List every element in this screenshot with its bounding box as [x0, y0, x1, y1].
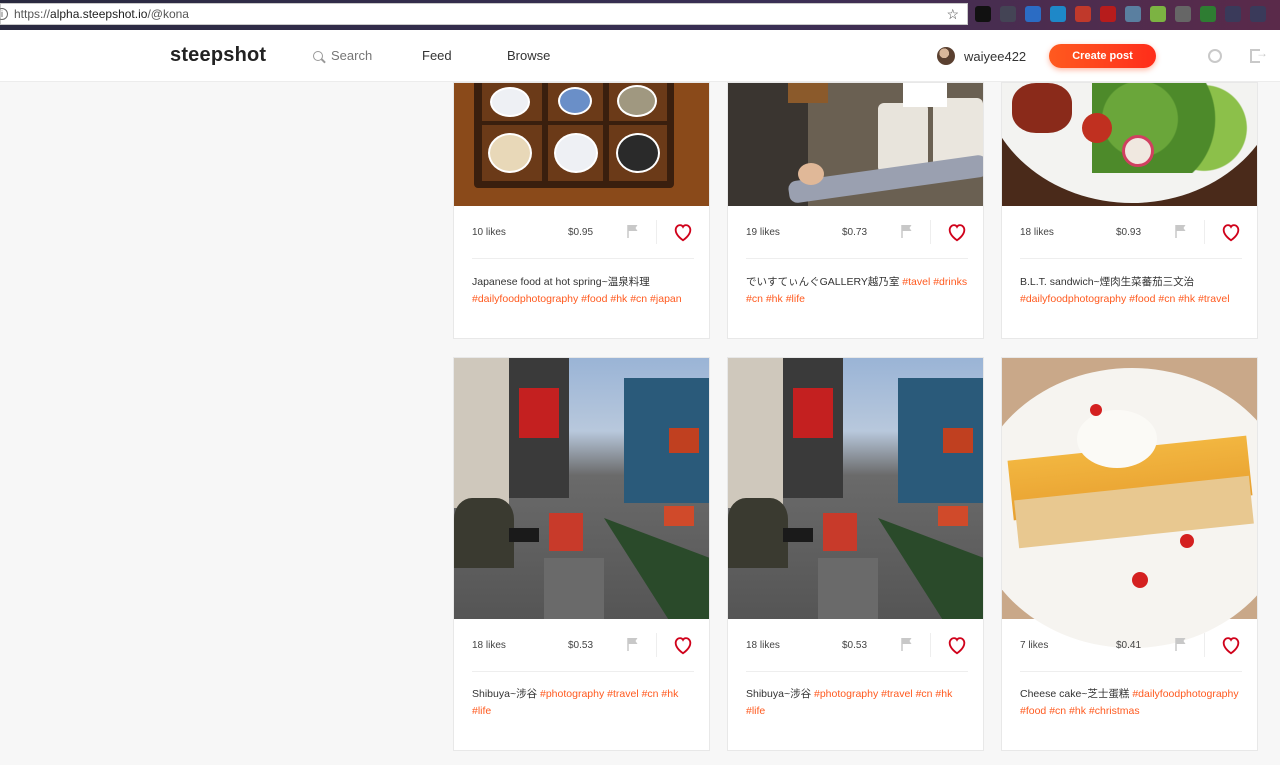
- post-card: 7 likes $0.41 Cheese cake~芝士蛋糕 #dailyfoo…: [1001, 357, 1258, 751]
- post-caption: Japanese food at hot spring~温泉料理 #dailyf…: [472, 274, 700, 308]
- heart-icon[interactable]: [672, 634, 694, 656]
- post-title: Shibuya~涉谷: [472, 688, 538, 700]
- extension-icon[interactable]: [1225, 6, 1241, 22]
- post-caption: Shibuya~涉谷 #photography #travel #cn #hk …: [746, 686, 974, 720]
- nav-browse-link[interactable]: Browse: [507, 48, 550, 63]
- steepshot-logo[interactable]: steepshot: [170, 44, 266, 67]
- extension-icon[interactable]: [1200, 6, 1216, 22]
- heart-icon[interactable]: [946, 634, 968, 656]
- extension-icon[interactable]: [1175, 6, 1191, 22]
- heart-icon[interactable]: [1220, 221, 1242, 243]
- logout-icon[interactable]: [1250, 46, 1268, 63]
- search-icon: [313, 50, 323, 61]
- flag-icon[interactable]: [1174, 224, 1188, 238]
- username[interactable]: waiyee422: [964, 49, 1026, 64]
- likes-count[interactable]: 18 likes: [746, 640, 780, 651]
- post-caption: Cheese cake~芝士蛋糕 #dailyfoodphotography #…: [1020, 686, 1248, 720]
- site-header: steepshot Feed Browse waiyee422 Create p…: [0, 30, 1280, 82]
- url-text[interactable]: https://alpha.steepshot.io/@kona: [14, 7, 189, 21]
- extension-icon[interactable]: [1125, 6, 1141, 22]
- likes-count[interactable]: 18 likes: [472, 640, 506, 651]
- post-stats: 7 likes $0.41: [1002, 619, 1257, 671]
- post-tags[interactable]: #dailyfoodphotography #food #hk #cn #jap…: [472, 293, 682, 305]
- post-image[interactable]: [454, 358, 709, 619]
- flag-icon[interactable]: [1174, 637, 1188, 651]
- post-stats: 18 likes $0.93: [1002, 206, 1257, 258]
- post-image[interactable]: [1002, 83, 1257, 206]
- post-card: 18 likes $0.53 Shibuya~涉谷 #photography #…: [727, 357, 984, 751]
- post-tags[interactable]: #dailyfoodphotography #food #cn #hk #tra…: [1020, 293, 1230, 305]
- post-price: $0.41: [1116, 640, 1142, 651]
- flag-icon[interactable]: [900, 637, 914, 651]
- post-image[interactable]: [1002, 358, 1257, 648]
- post-price: $0.53: [568, 640, 594, 651]
- extension-icon[interactable]: [1000, 6, 1016, 22]
- post-price: $0.53: [842, 640, 868, 651]
- post-card: 18 likes $0.93 B.L.T. sandwich~煙肉生菜蕃茄三文治…: [1001, 82, 1258, 339]
- likes-count[interactable]: 19 likes: [746, 227, 780, 238]
- extension-icon[interactable]: [1025, 6, 1041, 22]
- post-image[interactable]: [728, 358, 983, 619]
- post-price: $0.73: [842, 227, 868, 238]
- flag-icon[interactable]: [626, 224, 640, 238]
- post-stats: 10 likes $0.95: [454, 206, 709, 258]
- likes-count[interactable]: 18 likes: [1020, 227, 1054, 238]
- address-bar[interactable]: i https://alpha.steepshot.io/@kona ☆: [0, 3, 968, 25]
- post-caption: B.L.T. sandwich~煙肉生菜蕃茄三文治 #dailyfoodphot…: [1020, 274, 1248, 308]
- likes-count[interactable]: 7 likes: [1020, 640, 1048, 651]
- browser-toolbar: i https://alpha.steepshot.io/@kona ☆: [0, 0, 1280, 30]
- likes-count[interactable]: 10 likes: [472, 227, 506, 238]
- post-caption: でいすてぃんぐGALLERY越乃室 #tavel #drinks #cn #hk…: [746, 274, 974, 308]
- nav-feed-link[interactable]: Feed: [422, 48, 452, 63]
- post-stats: 18 likes $0.53: [454, 619, 709, 671]
- info-icon[interactable]: i: [0, 8, 8, 20]
- post-title: Shibuya~涉谷: [746, 688, 812, 700]
- post-stats: 19 likes $0.73: [728, 206, 983, 258]
- extension-icon[interactable]: [1250, 6, 1266, 22]
- flag-icon[interactable]: [900, 224, 914, 238]
- post-stats: 18 likes $0.53: [728, 619, 983, 671]
- avatar[interactable]: [937, 47, 955, 65]
- gear-icon[interactable]: [1208, 49, 1222, 63]
- extension-icon[interactable]: [975, 6, 991, 22]
- post-card: 19 likes $0.73 でいすてぃんぐGALLERY越乃室 #tavel …: [727, 82, 984, 339]
- extension-icon[interactable]: [1100, 6, 1116, 22]
- heart-icon[interactable]: [672, 221, 694, 243]
- heart-icon[interactable]: [946, 221, 968, 243]
- post-title: B.L.T. sandwich~煙肉生菜蕃茄三文治: [1020, 276, 1195, 288]
- bookmark-star-icon[interactable]: ☆: [946, 6, 959, 23]
- post-image[interactable]: [728, 83, 983, 206]
- post-card: 10 likes $0.95 Japanese food at hot spri…: [453, 82, 710, 339]
- post-caption: Shibuya~涉谷 #photography #travel #cn #hk …: [472, 686, 700, 720]
- extension-icons: [975, 6, 1266, 22]
- post-title: でいすてぃんぐGALLERY越乃室: [746, 276, 900, 288]
- heart-icon[interactable]: [1220, 634, 1242, 656]
- create-post-button[interactable]: Create post: [1049, 44, 1156, 68]
- flag-icon[interactable]: [626, 637, 640, 651]
- post-price: $0.95: [568, 227, 594, 238]
- extension-icon[interactable]: [1075, 6, 1091, 22]
- post-image[interactable]: [454, 83, 709, 206]
- search-box[interactable]: [313, 48, 421, 63]
- extension-icon[interactable]: [1150, 6, 1166, 22]
- post-price: $0.93: [1116, 227, 1142, 238]
- extension-icon[interactable]: [1050, 6, 1066, 22]
- post-title: Cheese cake~芝士蛋糕: [1020, 688, 1130, 700]
- search-input[interactable]: [331, 48, 421, 63]
- post-card: 18 likes $0.53 Shibuya~涉谷 #photography #…: [453, 357, 710, 751]
- post-title: Japanese food at hot spring~温泉料理: [472, 276, 650, 288]
